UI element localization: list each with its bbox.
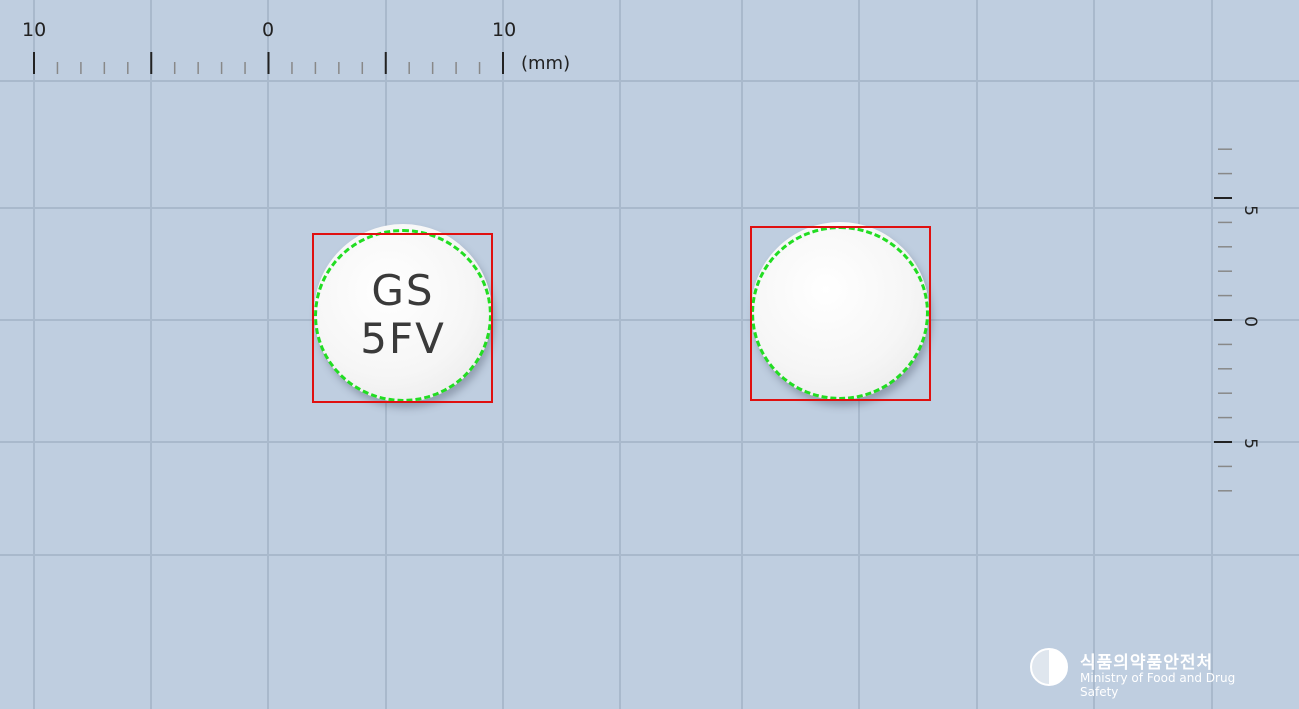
side-ruler-label-0: 0 bbox=[1239, 316, 1260, 327]
mfds-logo: 식품의약품안전처 Ministry of Food and Drug Safet… bbox=[1030, 648, 1270, 699]
pill-photo-stage: 10 0 10 (mm) 5 0 5 GS 5FV 식품의약품안전처 Minis… bbox=[0, 0, 1299, 709]
measurement-grid bbox=[0, 0, 1299, 709]
mfds-emblem-icon bbox=[1030, 648, 1068, 686]
side-ruler-label-bottom-5: 5 bbox=[1239, 438, 1260, 449]
top-ruler-label-0: 0 bbox=[262, 19, 275, 41]
top-ruler-label-right-10: 10 bbox=[492, 19, 517, 41]
grid-lines bbox=[0, 0, 1299, 709]
pill-front-detection-box bbox=[312, 233, 493, 403]
mfds-english-name: Ministry of Food and Drug Safety bbox=[1080, 671, 1236, 699]
side-ruler-ticks bbox=[1214, 148, 1232, 492]
top-ruler-label-left-10: 10 bbox=[22, 19, 47, 41]
side-ruler-label-top-5: 5 bbox=[1239, 205, 1260, 216]
pill-back-detection-box bbox=[750, 226, 931, 401]
top-ruler-ticks bbox=[33, 52, 504, 74]
mfds-korean-name: 식품의약품안전처 bbox=[1080, 653, 1214, 673]
top-ruler-unit: (mm) bbox=[521, 53, 571, 74]
